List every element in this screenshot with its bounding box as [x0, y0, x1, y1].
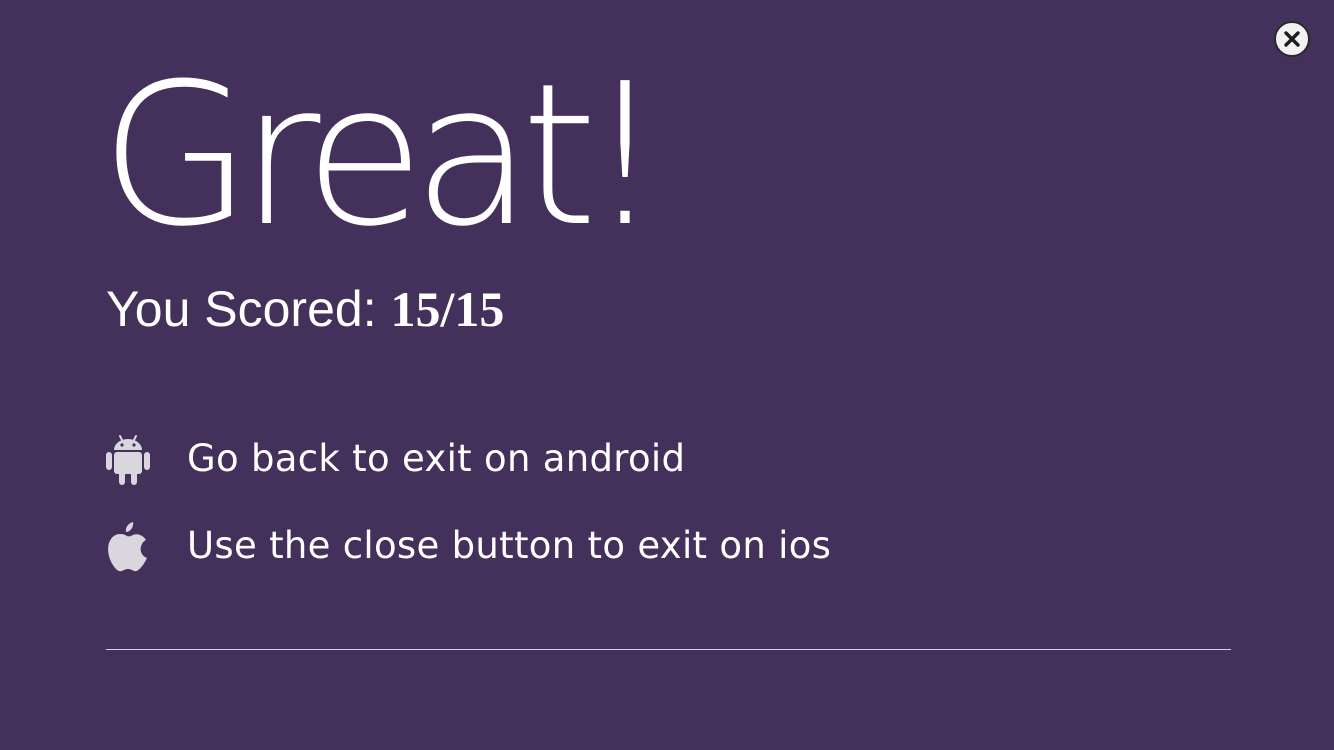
score-line: You Scored: 15/15 — [106, 281, 504, 337]
apple-icon — [106, 520, 150, 572]
ios-instruction: Use the close button to exit on ios — [106, 519, 831, 573]
close-icon — [1284, 31, 1300, 47]
ios-instruction-text: Use the close button to exit on ios — [187, 524, 832, 567]
close-button[interactable] — [1274, 21, 1310, 57]
score-value: 15/15 — [390, 281, 505, 337]
android-icon — [106, 433, 150, 485]
android-instruction: Go back to exit on android — [106, 432, 685, 486]
headline: Great! — [100, 42, 664, 270]
divider — [106, 649, 1231, 650]
score-label: You Scored: — [106, 281, 391, 337]
android-instruction-text: Go back to exit on android — [187, 437, 686, 480]
